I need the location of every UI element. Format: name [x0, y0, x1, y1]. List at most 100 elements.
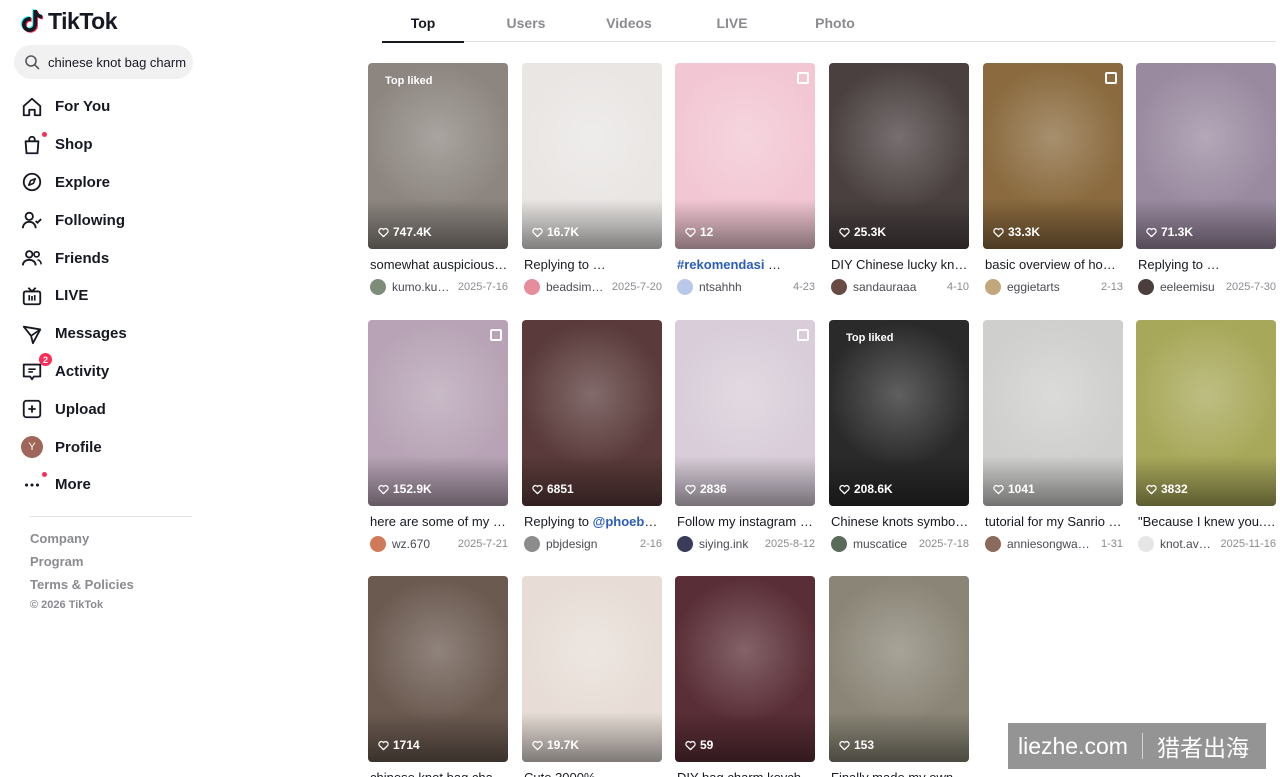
author-avatar[interactable]	[1138, 536, 1154, 552]
video-thumbnail[interactable]: 2836	[675, 320, 815, 506]
footer-link-company[interactable]: Company	[30, 530, 134, 553]
tiktok-logo[interactable]: TikTok	[20, 8, 118, 35]
video-thumbnail[interactable]: 33.3K	[983, 63, 1123, 249]
footer-link-terms[interactable]: Terms & Policies	[30, 576, 134, 599]
video-caption[interactable]: basic overview of how …	[983, 257, 1123, 275]
video-card[interactable]: Top liked 208.6K Chinese knots symboli… mus…	[829, 320, 969, 553]
author-avatar[interactable]	[831, 536, 847, 552]
author-avatar[interactable]	[370, 279, 386, 295]
author-username[interactable]: pbjdesign	[546, 537, 636, 551]
video-caption[interactable]: Follow my instagram @…	[675, 514, 815, 532]
video-caption[interactable]: Chinese knots symboli…	[829, 514, 969, 532]
thumbnail-shade	[829, 456, 969, 506]
video-card[interactable]: 19.7K Cute 3000%…	[522, 576, 662, 777]
video-caption[interactable]: DIY Chinese lucky knot…	[829, 257, 969, 275]
video-thumbnail[interactable]: 16.7K	[522, 63, 662, 249]
video-caption[interactable]: chinese knot bag char…	[368, 770, 508, 777]
video-caption[interactable]: "Because I knew you.. I…	[1136, 514, 1276, 532]
video-card[interactable]: 153 Finally made my own r…	[829, 576, 969, 777]
video-caption[interactable]: DIY bag charm keychai…	[675, 770, 815, 777]
search-input[interactable]	[48, 54, 193, 70]
video-thumbnail[interactable]: 152.9K	[368, 320, 508, 506]
author-username[interactable]: muscatice	[853, 537, 915, 551]
author-avatar[interactable]	[1138, 279, 1154, 295]
video-card[interactable]: 59 DIY bag charm keychai…	[675, 576, 815, 777]
video-thumbnail[interactable]: 1714	[368, 576, 508, 762]
video-caption[interactable]: somewhat auspicious …	[368, 257, 508, 275]
nav-item-more[interactable]: More	[20, 466, 200, 504]
author-username[interactable]: beadsim…	[546, 280, 608, 294]
video-card[interactable]: 16.7K Replying to … beadsim… 2025-7-20	[522, 63, 662, 296]
video-card[interactable]: 152.9K here are some of my fa… wz.670 2025-…	[368, 320, 508, 553]
author-avatar[interactable]	[985, 536, 1001, 552]
mention-link[interactable]: @phoebe …	[593, 514, 662, 529]
video-caption[interactable]: tutorial for my Sanrio C…	[983, 514, 1123, 532]
author-avatar[interactable]	[985, 279, 1001, 295]
video-card[interactable]: 71.3K Replying to … eeleemisu 2025-7-30	[1136, 63, 1276, 296]
video-caption[interactable]: #rekomendasi …	[675, 257, 815, 275]
video-card[interactable]: 25.3K DIY Chinese lucky knot… sandauraaa 4-…	[829, 63, 969, 296]
tab-live[interactable]: LIVE	[691, 0, 773, 42]
video-thumbnail[interactable]: Top liked 747.4K	[368, 63, 508, 249]
tab-photo[interactable]: Photo	[794, 0, 876, 42]
nav-item-activity[interactable]: 2 Activity	[20, 353, 200, 391]
video-card[interactable]: 12 #rekomendasi … ntsahhh 4-23	[675, 63, 815, 296]
author-username[interactable]: knot.av…	[1160, 537, 1217, 551]
search-box[interactable]	[14, 45, 193, 79]
author-avatar[interactable]	[524, 536, 540, 552]
nav-item-following[interactable]: Following	[20, 201, 200, 239]
video-card[interactable]: 6851 Replying to @phoebe … pbjdesign 2-16	[522, 320, 662, 553]
tab-users[interactable]: Users	[485, 0, 567, 42]
video-thumbnail[interactable]: 71.3K	[1136, 63, 1276, 249]
video-caption[interactable]: Replying to …	[522, 257, 662, 275]
like-count-value: 71.3K	[1161, 225, 1194, 239]
author-username[interactable]: kumo.ku…	[392, 280, 454, 294]
author-avatar[interactable]	[677, 536, 693, 552]
nav-item-shop[interactable]: Shop	[20, 126, 200, 164]
copyright-text: © 2026 TikTok	[30, 599, 104, 611]
author-username[interactable]: wz.670	[392, 537, 454, 551]
video-caption[interactable]: Replying to @phoebe …	[522, 514, 662, 532]
nav-item-live[interactable]: LIVE	[20, 277, 200, 315]
nav-item-upload[interactable]: Upload	[20, 390, 200, 428]
footer-link-program[interactable]: Program	[30, 553, 134, 576]
hashtag-link[interactable]: #rekomendasi	[677, 257, 764, 272]
video-card[interactable]: 2836 Follow my instagram @… siying.ink 2025…	[675, 320, 815, 553]
nav-item-profile[interactable]: Y Profile	[20, 428, 200, 466]
author-username[interactable]: ntsahhh	[699, 280, 789, 294]
video-thumbnail[interactable]: 59	[675, 576, 815, 762]
author-avatar[interactable]	[677, 279, 693, 295]
author-avatar[interactable]	[524, 279, 540, 295]
video-card[interactable]: Top liked 747.4K somewhat auspicious … kumo…	[368, 63, 508, 296]
video-card[interactable]: 33.3K basic overview of how … eggietarts 2-…	[983, 63, 1123, 296]
author-username[interactable]: eeleemisu	[1160, 280, 1222, 294]
video-thumbnail[interactable]: 25.3K	[829, 63, 969, 249]
video-caption[interactable]: Cute 3000%…	[522, 770, 662, 777]
video-caption[interactable]: Replying to …	[1136, 257, 1276, 275]
video-thumbnail[interactable]: 3832	[1136, 320, 1276, 506]
video-card[interactable]: 1041 tutorial for my Sanrio C… anniesongwa…	[983, 320, 1123, 553]
tab-videos[interactable]: Videos	[588, 0, 670, 42]
nav-item-explore[interactable]: Explore	[20, 164, 200, 202]
video-caption[interactable]: Finally made my own r…	[829, 770, 969, 777]
author-username[interactable]: siying.ink	[699, 537, 761, 551]
video-thumbnail[interactable]: 12	[675, 63, 815, 249]
video-caption[interactable]: here are some of my fa…	[368, 514, 508, 532]
video-thumbnail[interactable]: 19.7K	[522, 576, 662, 762]
video-thumbnail[interactable]: Top liked 208.6K	[829, 320, 969, 506]
author-avatar[interactable]	[370, 536, 386, 552]
tab-top[interactable]: Top	[382, 0, 464, 43]
nav-item-for-you[interactable]: For You	[20, 88, 200, 126]
author-avatar[interactable]	[831, 279, 847, 295]
video-thumbnail[interactable]: 1041	[983, 320, 1123, 506]
author-username[interactable]: sandauraaa	[853, 280, 943, 294]
video-card[interactable]: 3832 "Because I knew you.. I… knot.av… 2025…	[1136, 320, 1276, 553]
video-card[interactable]: 1714 chinese knot bag char…	[368, 576, 508, 777]
like-count: 1041	[993, 482, 1035, 496]
nav-item-messages[interactable]: Messages	[20, 315, 200, 353]
video-thumbnail[interactable]: 6851	[522, 320, 662, 506]
author-username[interactable]: eggietarts	[1007, 280, 1097, 294]
video-thumbnail[interactable]: 153	[829, 576, 969, 762]
author-username[interactable]: anniesongwa…	[1007, 537, 1097, 551]
nav-item-friends[interactable]: Friends	[20, 239, 200, 277]
